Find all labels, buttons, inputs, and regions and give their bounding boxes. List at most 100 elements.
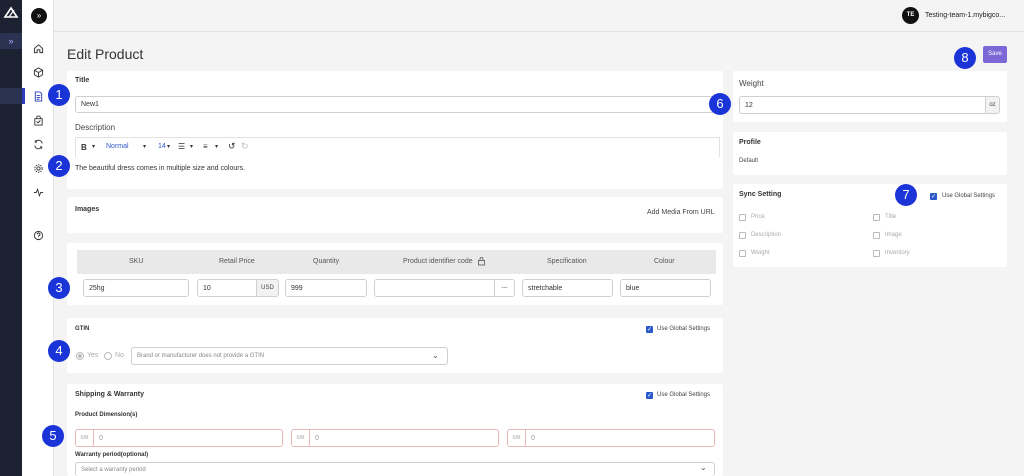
sync-description-label: Description	[751, 232, 782, 238]
weight-unit: oz	[985, 97, 999, 113]
sync-title-checkbox[interactable]	[873, 214, 880, 221]
identifier-more-button[interactable]: ---	[494, 280, 514, 296]
sync-inventory-label: Inventory	[885, 250, 910, 256]
sync-price-checkbox[interactable]	[739, 214, 746, 221]
gtin-no-label: No	[115, 352, 124, 359]
sidebar-active-indicator	[22, 88, 25, 104]
editor-toolbar	[75, 137, 720, 157]
dimension-value-3: 0	[531, 434, 535, 442]
images-label: Images	[75, 206, 100, 213]
callout-badge-2: 2	[48, 155, 70, 177]
gtin-select-value: Brand or manufacturer does not provide a…	[137, 353, 265, 359]
callout-badge-5: 5	[42, 425, 64, 447]
gtin-chevron-down-icon[interactable]: ⌄	[432, 351, 439, 360]
sync-icon[interactable]	[30, 136, 46, 152]
gtin-global-label: Use Global Settings	[657, 326, 711, 332]
text-style-select[interactable]: Normal	[106, 143, 129, 150]
dimension-unit-3: cm	[508, 430, 526, 446]
align-chevron-icon[interactable]: ▾	[215, 143, 218, 150]
weight-input[interactable]: 12 oz	[739, 96, 1000, 114]
colour-input[interactable]: blue	[620, 279, 711, 297]
brand-logo-icon	[3, 6, 19, 18]
rail-active-marker	[0, 88, 22, 104]
profile-value: Default	[739, 158, 759, 164]
rail-expand-icon[interactable]: »	[0, 33, 22, 49]
page-title: Edit Product	[67, 46, 144, 62]
top-bar	[54, 0, 1024, 32]
warranty-label: Warranty period(optional)	[75, 452, 149, 458]
title-input[interactable]: New1	[75, 96, 720, 113]
align-icon[interactable]: ≡	[203, 142, 208, 151]
header-product-identifier: Product identifier code	[403, 258, 473, 265]
sync-global-checkbox[interactable]: ✓	[930, 193, 937, 200]
dimension-input-3[interactable]: cm 0	[507, 429, 715, 447]
home-icon[interactable]	[30, 40, 46, 56]
callout-badge-6: 6	[709, 93, 731, 115]
retail-price-input[interactable]: 10 USD	[197, 279, 279, 297]
sku-input[interactable]: 25hg	[83, 279, 189, 297]
variants-header-row	[77, 250, 716, 274]
sync-weight-checkbox[interactable]	[739, 250, 746, 257]
callout-badge-1: 1	[48, 84, 70, 106]
dimension-unit-2: cm	[292, 430, 310, 446]
gtin-label: GTIN	[75, 326, 90, 332]
avatar[interactable]: TE	[902, 7, 919, 24]
specification-input[interactable]: stretchable	[522, 279, 613, 297]
identifier-input[interactable]: ---	[374, 279, 515, 297]
sync-image-label: Image	[885, 232, 902, 238]
bold-button[interactable]: B	[81, 143, 87, 152]
dimension-value-2: 0	[315, 434, 319, 442]
sync-price-label: Price	[751, 214, 765, 220]
bag-icon[interactable]	[30, 112, 46, 128]
description-text[interactable]: The beautiful dress comes in multiple si…	[75, 165, 245, 172]
currency-unit: USD	[256, 280, 278, 296]
box-icon[interactable]	[30, 64, 46, 80]
header-quantity: Quantity	[313, 258, 340, 265]
help-icon[interactable]	[30, 227, 46, 243]
gtin-select[interactable]: Brand or manufacturer does not provide a…	[131, 347, 448, 365]
list-icon[interactable]: ☰	[178, 142, 185, 151]
callout-badge-7: 7	[895, 184, 917, 206]
list-chevron-icon[interactable]: ▾	[190, 143, 193, 150]
sync-description-checkbox[interactable]	[739, 232, 746, 239]
store-name[interactable]: Testing-team-1.mybigco...	[925, 12, 1005, 19]
header-sku: SKU	[129, 258, 144, 265]
save-button[interactable]: Save	[983, 46, 1007, 63]
activity-icon[interactable]	[30, 184, 46, 200]
bold-dropdown-chevron-icon[interactable]: ▾	[92, 143, 95, 150]
gtin-yes-radio[interactable]	[76, 352, 84, 360]
header-specification: Specification	[547, 258, 587, 265]
weight-value: 12	[745, 101, 753, 109]
dimension-input-1[interactable]: cm 0	[75, 429, 283, 447]
gtin-yes-label: Yes	[87, 352, 99, 359]
font-size-select[interactable]: 14	[158, 143, 166, 150]
warranty-select-value: Select a warranty period	[81, 466, 146, 473]
style-chevron-icon[interactable]: ▾	[143, 143, 146, 150]
profile-label: Profile	[739, 139, 761, 146]
dimension-input-2[interactable]: cm 0	[291, 429, 499, 447]
sync-image-checkbox[interactable]	[873, 232, 880, 239]
sidebar-expand-button[interactable]: »	[31, 8, 47, 24]
header-colour: Colour	[654, 258, 675, 265]
quantity-input[interactable]: 999	[285, 279, 367, 297]
callout-badge-8: 8	[954, 47, 976, 69]
sync-inventory-checkbox[interactable]	[873, 250, 880, 257]
images-card	[67, 197, 723, 233]
sync-label: Sync Setting	[739, 191, 782, 198]
shipping-global-checkbox[interactable]: ✓	[646, 392, 653, 399]
redo-icon[interactable]: ↻	[241, 141, 249, 152]
gtin-no-radio[interactable]	[104, 352, 112, 360]
gear-icon[interactable]	[30, 160, 46, 176]
title-label: Title	[75, 77, 90, 84]
dimension-value-1: 0	[99, 434, 103, 442]
warranty-chevron-down-icon[interactable]: ⌄	[700, 463, 707, 472]
gtin-global-checkbox[interactable]: ✓	[646, 326, 653, 333]
description-label: Description	[75, 123, 116, 132]
font-size-chevron-icon[interactable]: ▾	[167, 143, 170, 150]
shipping-label: Shipping & Warranty	[75, 391, 144, 398]
document-icon[interactable]	[30, 88, 46, 104]
undo-icon[interactable]: ↺	[228, 141, 236, 152]
callout-badge-4: 4	[48, 340, 70, 362]
add-media-link[interactable]: Add Media From URL	[647, 209, 715, 216]
warranty-select[interactable]: Select a warranty period	[75, 462, 715, 476]
